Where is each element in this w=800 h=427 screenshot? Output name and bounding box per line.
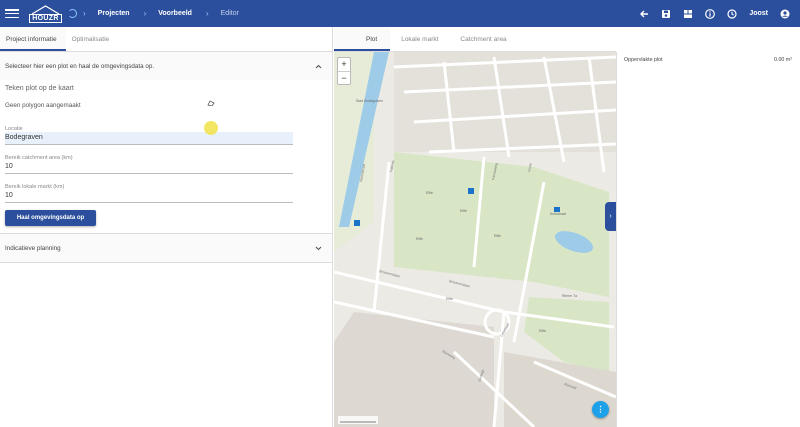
top-bar: HOUZR › Projecten › Voorbeeld › Editor J…: [0, 0, 800, 27]
user-name[interactable]: Joost: [749, 10, 768, 17]
panel-plot-body: Teken plot op de kaart Maak Polygon aan …: [0, 80, 332, 233]
account-icon[interactable]: [780, 9, 790, 19]
menu-icon[interactable]: [5, 9, 19, 18]
right-panel: Oppervlakte plot 0.00 m²: [616, 52, 800, 427]
breadcrumb-project[interactable]: Voorbeeld: [158, 10, 192, 17]
zoom-in-button[interactable]: +: [338, 58, 350, 72]
svg-text:Eiffe: Eiffe: [460, 209, 467, 213]
loading-spinner-icon: [68, 9, 77, 18]
map-label-place: Stad Bodegraven: [356, 99, 383, 103]
plot-area-value: 0.00 m²: [774, 57, 792, 63]
fetch-environment-data-button[interactable]: Haal omgevingsdata op: [5, 210, 96, 226]
map-area: Plot Lokale markt Catchment area Stad Bo…: [334, 27, 616, 427]
tab-optimalisatie[interactable]: Optimalisatie: [66, 27, 116, 51]
breadcrumb-current: Editor: [220, 10, 239, 17]
cursor-highlight: [204, 121, 218, 135]
panel-planning-title: Indicatieve planning: [5, 244, 61, 252]
location-field[interactable]: Locatie Bodegraven: [5, 126, 293, 145]
more-options-fab-button[interactable]: ⋮: [592, 401, 609, 418]
svg-text:Eiffe: Eiffe: [416, 237, 423, 241]
catchment-range-value[interactable]: 10: [5, 161, 293, 174]
side-panel-toggle-button[interactable]: ›: [605, 202, 616, 231]
panel-plot: Selecteer hier een plot en haal de omgev…: [0, 52, 332, 234]
panel-plot-title: Selecteer hier een plot en haal de omgev…: [5, 62, 155, 70]
catchment-range-field[interactable]: Bereik catchment area (km) 10: [5, 155, 293, 174]
local-market-range-field[interactable]: Bereik lokale markt (km) 10: [5, 184, 293, 203]
chevron-right-icon: ›: [205, 9, 209, 18]
left-panel: Project informatie Optimalisatie Selecte…: [0, 27, 333, 427]
chevron-up-icon[interactable]: [315, 64, 322, 69]
panel-plot-header[interactable]: Selecteer hier een plot en haal de omgev…: [0, 52, 332, 80]
draw-plot-heading: Teken plot op de kaart: [5, 85, 74, 92]
info-icon[interactable]: [705, 8, 716, 19]
chevron-down-icon[interactable]: [315, 246, 322, 251]
houzr-logo[interactable]: HOUZR: [29, 4, 62, 23]
save-icon[interactable]: [661, 9, 671, 19]
history-icon[interactable]: [727, 8, 737, 19]
logo-text: HOUZR: [29, 13, 62, 23]
breadcrumb-projects[interactable]: Projecten: [98, 10, 130, 17]
zoom-out-button[interactable]: −: [338, 72, 350, 85]
panel-planning-header[interactable]: Indicatieve planning: [0, 234, 332, 262]
map-tabs: Plot Lokale markt Catchment area: [334, 27, 616, 52]
back-arrow-icon[interactable]: [639, 9, 649, 19]
tab-lokale-markt[interactable]: Lokale markt: [390, 27, 449, 51]
svg-text:Kerkstraat: Kerkstraat: [550, 212, 566, 216]
plot-area-row: Oppervlakte plot 0.00 m²: [617, 52, 800, 63]
layers-icon[interactable]: [683, 9, 693, 19]
svg-text:Eiffe: Eiffe: [539, 329, 546, 333]
svg-text:Eiffe: Eiffe: [426, 191, 433, 195]
map-tiles: Stad Bodegraven Eiffe Eiffe Eiffe Eiffe …: [334, 52, 616, 427]
zoom-control: + −: [337, 57, 351, 85]
chevron-right-icon: ›: [143, 9, 147, 18]
svg-text:Eiffe: Eiffe: [446, 297, 453, 301]
local-market-range-value[interactable]: 10: [5, 190, 293, 203]
panel-planning: Indicatieve planning: [0, 234, 332, 263]
polygon-draw-icon[interactable]: [207, 100, 215, 106]
svg-text:Eiffe: Eiffe: [494, 234, 501, 238]
location-value[interactable]: Bodegraven: [5, 132, 293, 145]
plot-area-label: Oppervlakte plot: [624, 57, 663, 63]
map-canvas[interactable]: Stad Bodegraven Eiffe Eiffe Eiffe Eiffe …: [334, 52, 616, 427]
tab-catchment-area[interactable]: Catchment area: [449, 27, 517, 51]
tab-plot[interactable]: Plot: [334, 27, 391, 51]
no-polygon-text: Geen polygon aangemaakt: [5, 102, 81, 109]
left-tabs: Project informatie Optimalisatie: [0, 27, 332, 52]
svg-text:Rieme 7a: Rieme 7a: [562, 294, 577, 298]
breadcrumb: › Projecten › Voorbeeld › Editor: [83, 9, 253, 18]
chevron-right-icon: ›: [83, 9, 86, 18]
tab-project-informatie[interactable]: Project informatie: [0, 27, 66, 51]
